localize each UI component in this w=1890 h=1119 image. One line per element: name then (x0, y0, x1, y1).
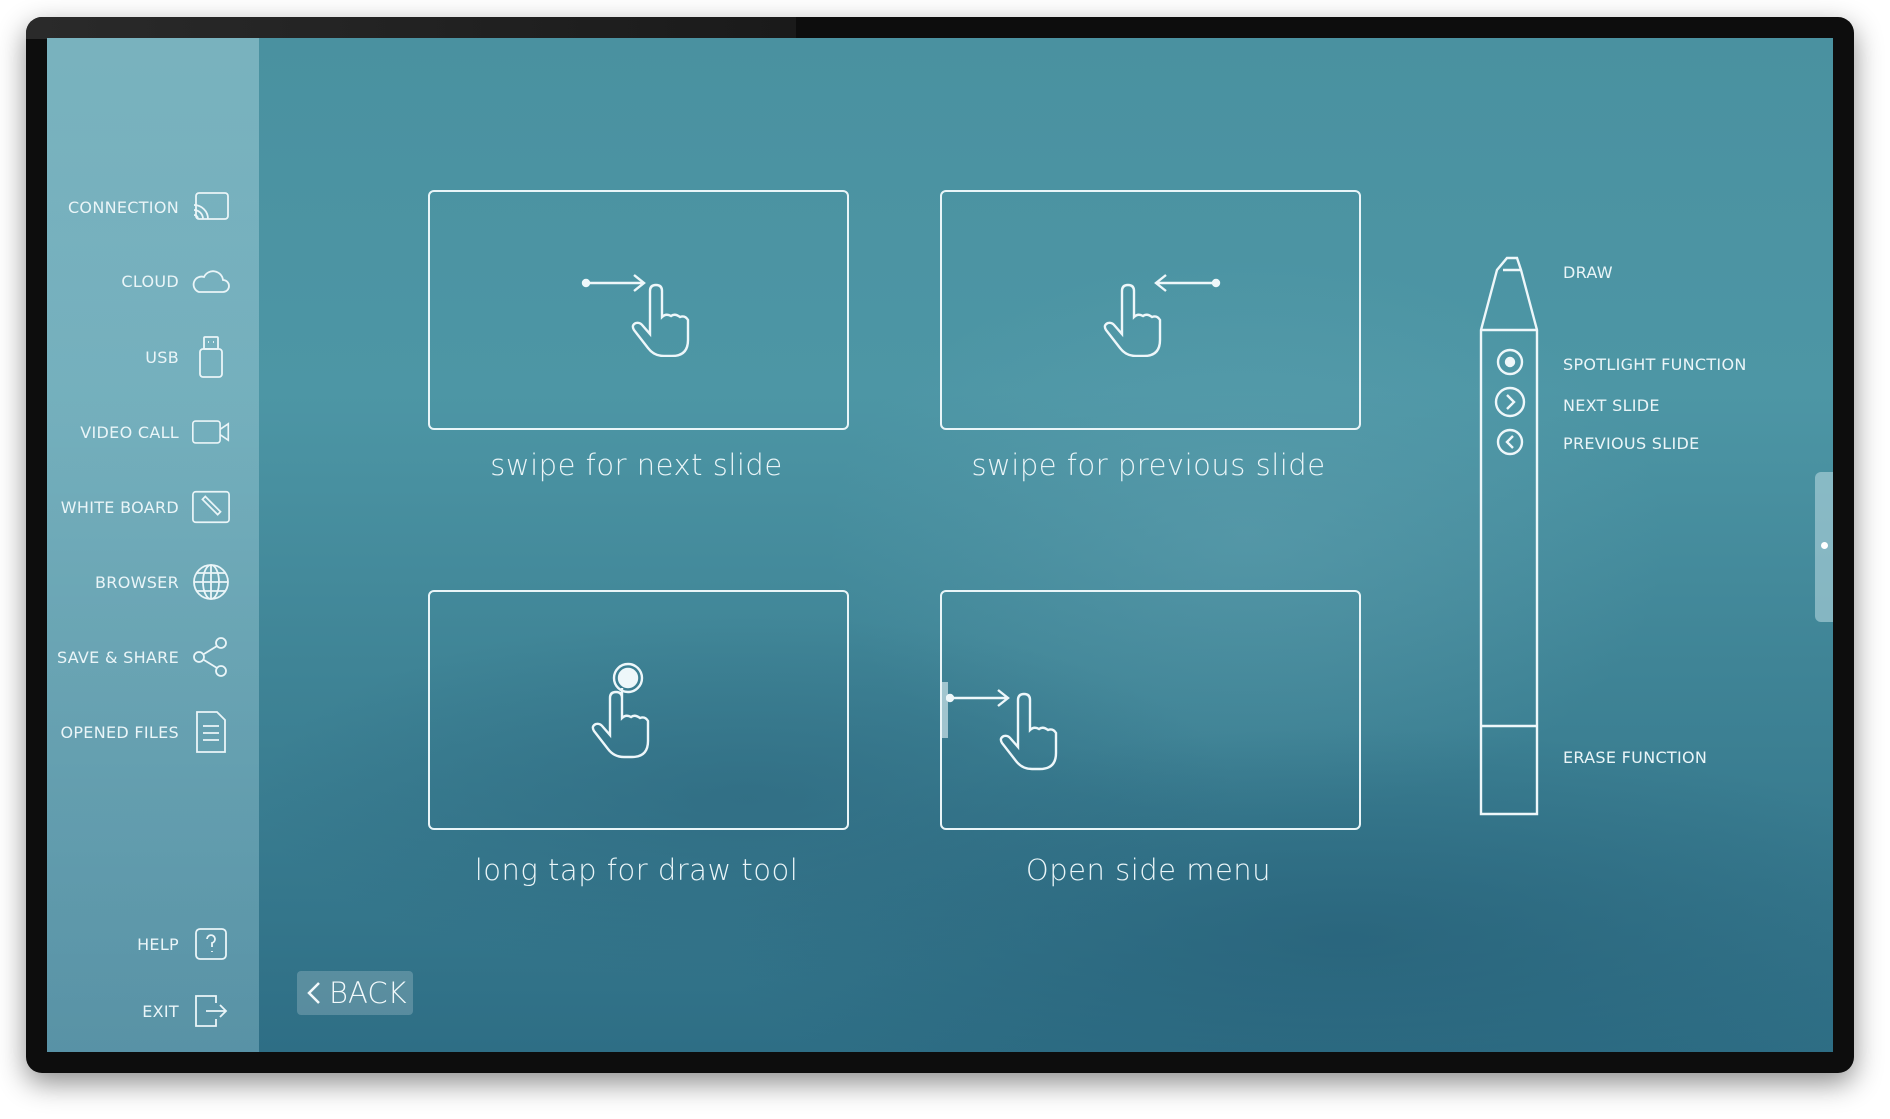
screen: CONNECTION CLOUD USB VIDEO CALL WHITE BO (47, 38, 1833, 1052)
long-tap-hand-icon (591, 662, 650, 759)
gesture-card-previous-slide (940, 190, 1361, 430)
sidebar-item-label: OPENED FILES (60, 722, 179, 742)
sidebar-item-label: VIDEO CALL (80, 422, 179, 442)
sidebar-item-label: CLOUD (121, 271, 179, 291)
stylus-pen-diagram (1477, 256, 1547, 816)
sidebar-item-save-share[interactable]: SAVE & SHARE (56, 637, 231, 677)
swipe-right-hand-icon (581, 274, 690, 357)
chevron-left-icon (307, 982, 320, 1004)
pen-label-spotlight: SPOTLIGHT FUNCTION (1563, 355, 1747, 374)
sidebar-item-opened-files[interactable]: OPENED FILES (60, 711, 231, 753)
sidebar-item-label: CONNECTION (67, 197, 179, 217)
sidebar-item-label: BROWSER (95, 572, 179, 592)
sidebar-item-usb[interactable]: USB (145, 336, 231, 378)
globe-icon (191, 563, 231, 601)
sidebar: CONNECTION CLOUD USB VIDEO CALL WHITE BO (47, 38, 259, 1052)
gesture-caption: swipe for previous slide (971, 448, 1326, 482)
sidebar-item-connection[interactable]: CONNECTION (68, 188, 231, 226)
sidebar-item-exit[interactable]: EXIT (142, 992, 231, 1030)
handle-dot (1821, 542, 1828, 549)
sidebar-item-cloud[interactable]: CLOUD (121, 262, 231, 300)
pen-label-erase: ERASE FUNCTION (1563, 748, 1708, 767)
sidebar-item-label: USB (145, 347, 179, 367)
bezel-glare (26, 17, 796, 39)
back-button-label: BACK (329, 976, 407, 1010)
sidebar-item-label: SAVE & SHARE (56, 647, 179, 667)
share-icon (191, 637, 231, 677)
pen-label-next-slide: NEXT SLIDE (1563, 396, 1660, 415)
sidebar-item-browser[interactable]: BROWSER (95, 563, 231, 601)
gesture-card-side-menu (940, 590, 1361, 830)
pen-label-draw: DRAW (1563, 263, 1613, 282)
exit-icon (191, 992, 231, 1030)
back-button[interactable]: BACK (297, 971, 413, 1015)
usb-icon (191, 336, 231, 378)
cloud-icon (191, 262, 231, 300)
sidebar-item-label: EXIT (142, 1001, 179, 1021)
gesture-card-next-slide (428, 190, 849, 430)
video-camera-icon (191, 413, 231, 451)
sidebar-item-label: HELP (137, 934, 179, 954)
question-icon (191, 925, 231, 963)
sidebar-item-white-board[interactable]: WHITE BOARD (61, 488, 231, 526)
pencil-board-icon (191, 488, 231, 526)
gesture-caption: Open side menu (1025, 853, 1272, 887)
document-icon (191, 711, 231, 753)
gesture-caption: long tap for draw tool (474, 853, 799, 887)
swipe-left-hand-icon (1103, 274, 1221, 357)
sidebar-item-help[interactable]: HELP (137, 925, 231, 963)
side-menu-handle[interactable] (1815, 472, 1833, 622)
gesture-card-long-tap (428, 590, 849, 830)
pen-label-previous-slide: PREVIOUS SLIDE (1563, 434, 1700, 453)
cast-icon (191, 188, 231, 226)
sidebar-item-video-call[interactable]: VIDEO CALL (80, 413, 231, 451)
edge-swipe-hand-icon (946, 689, 1058, 771)
sidebar-item-label: WHITE BOARD (60, 497, 179, 517)
gesture-caption: swipe for next slide (490, 448, 783, 482)
